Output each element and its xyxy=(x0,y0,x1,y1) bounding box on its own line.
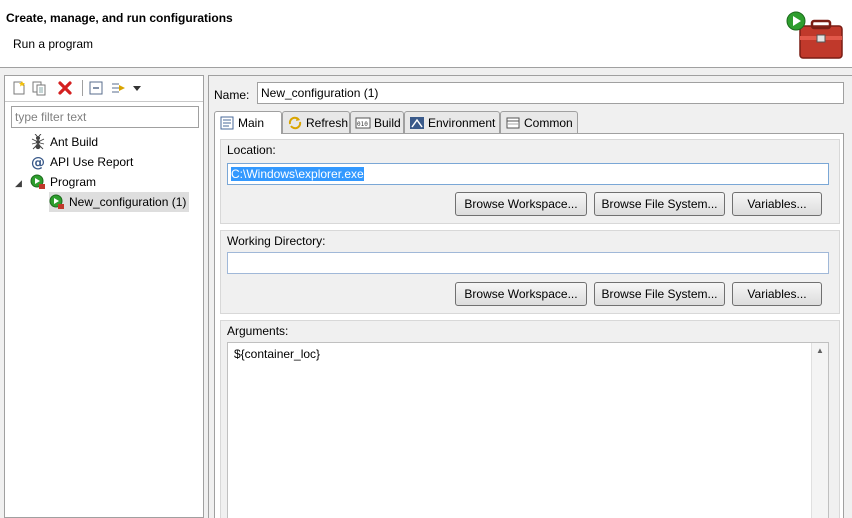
name-field[interactable] xyxy=(257,82,844,104)
tree-item-new-configuration[interactable]: New_configuration (1) xyxy=(49,192,190,212)
tab-label: Common xyxy=(524,115,573,130)
configuration-list-panel: Ant Build @ API Use Report ◢ Program New… xyxy=(4,75,204,518)
location-browse-workspace-button[interactable]: Browse Workspace... xyxy=(455,192,587,216)
configuration-editor: Name: Main Refresh 010 Build xyxy=(208,75,852,518)
tab-refresh[interactable]: Refresh xyxy=(282,111,350,133)
working-directory-variables-button[interactable]: Variables... xyxy=(732,282,822,306)
arguments-value: ${container_loc} xyxy=(234,347,321,361)
location-group: Location: C:\Windows\explorer.exe Browse… xyxy=(220,139,840,224)
tree-item-label: Ant Build xyxy=(50,135,99,149)
tab-build[interactable]: 010 Build xyxy=(350,111,404,133)
tab-label: Build xyxy=(374,115,401,130)
tab-common[interactable]: Common xyxy=(500,111,578,133)
tree-item-label: API Use Report xyxy=(50,155,134,169)
program-config-icon xyxy=(49,194,64,209)
location-browse-file-system-button[interactable]: Browse File System... xyxy=(594,192,725,216)
tree-item-ant-build[interactable]: Ant Build xyxy=(30,132,98,152)
working-directory-browse-file-system-button[interactable]: Browse File System... xyxy=(594,282,725,306)
refresh-icon xyxy=(288,116,302,129)
filter-input[interactable] xyxy=(11,106,199,128)
arguments-label: Arguments: xyxy=(227,324,289,338)
environment-icon xyxy=(410,116,424,129)
toolbar-separator xyxy=(82,80,83,96)
tab-environment[interactable]: Environment xyxy=(404,111,500,133)
new-configuration-icon[interactable] xyxy=(11,80,27,96)
working-directory-browse-workspace-button[interactable]: Browse Workspace... xyxy=(455,282,587,306)
arguments-group: Arguments: ${container_loc} ▲ xyxy=(220,320,840,518)
dropdown-arrow-icon[interactable] xyxy=(132,80,142,96)
location-label: Location: xyxy=(227,143,276,157)
configuration-toolbar xyxy=(5,76,203,102)
tab-label: Environment xyxy=(428,115,496,130)
tab-label: Main xyxy=(238,116,265,130)
expand-collapse-icon[interactable]: ◢ xyxy=(15,178,22,189)
run-toolbox-icon xyxy=(786,11,843,59)
tree-item-api-use-report[interactable]: @ API Use Report xyxy=(30,152,133,172)
filter-icon[interactable] xyxy=(110,80,126,96)
ant-icon xyxy=(31,134,45,150)
main-tab-content: Location: C:\Windows\explorer.exe Browse… xyxy=(214,133,844,518)
dialog-title: Create, manage, and run configurations xyxy=(6,11,233,25)
tab-main[interactable]: Main xyxy=(214,111,282,134)
program-icon xyxy=(30,174,45,189)
location-value: C:\Windows\explorer.exe xyxy=(231,167,364,181)
scroll-up-arrow-icon[interactable]: ▲ xyxy=(816,346,824,355)
duplicate-icon[interactable] xyxy=(31,80,47,96)
tree-item-label: New_configuration (1) xyxy=(69,195,187,209)
common-icon xyxy=(506,117,520,128)
dialog-subtitle: Run a program xyxy=(13,37,94,51)
working-directory-field[interactable] xyxy=(227,252,829,274)
delete-icon[interactable] xyxy=(57,80,73,96)
location-variables-button[interactable]: Variables... xyxy=(732,192,822,216)
build-icon: 010 xyxy=(355,117,371,128)
tree-item-program[interactable]: Program xyxy=(30,172,96,192)
collapse-all-icon[interactable] xyxy=(88,80,104,96)
dialog-header: Create, manage, and run configurations R… xyxy=(0,0,852,68)
tab-label: Refresh xyxy=(306,115,349,130)
working-directory-label: Working Directory: xyxy=(227,234,326,248)
arguments-textarea[interactable]: ${container_loc} ▲ xyxy=(227,342,829,518)
svg-text:@: @ xyxy=(31,155,45,170)
arguments-scrollbar[interactable]: ▲ xyxy=(811,343,828,518)
api-report-icon: @ xyxy=(31,155,45,170)
working-directory-group: Working Directory: Browse Workspace... B… xyxy=(220,230,840,314)
main-tab-icon xyxy=(220,116,234,130)
tree-item-label: Program xyxy=(50,175,97,189)
location-field[interactable]: C:\Windows\explorer.exe xyxy=(227,163,829,185)
name-label: Name: xyxy=(214,88,250,102)
svg-text:010: 010 xyxy=(357,121,368,128)
